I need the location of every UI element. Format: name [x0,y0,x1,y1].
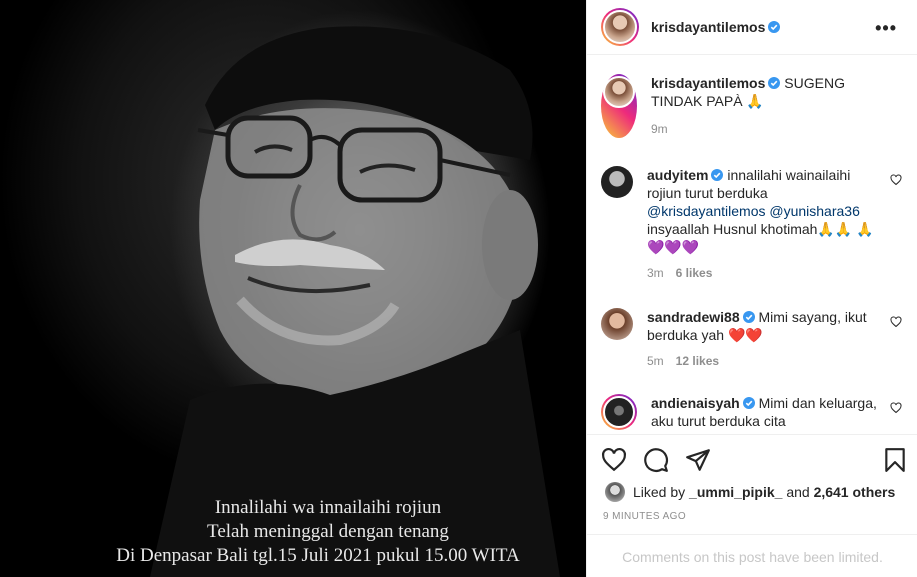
comment-time[interactable]: 5m [647,354,664,368]
liked-by-label: Liked by [633,484,686,500]
liked-by-user[interactable]: _ummi_pipik_ [689,484,782,500]
caption-time[interactable]: 9m [651,122,668,136]
avatar[interactable] [603,76,635,108]
liked-by-and: and [786,484,810,500]
comment-text: insyaallah Husnul khotimah🙏🙏 🙏💜💜💜 [647,221,874,255]
save-bookmark-icon[interactable] [882,447,908,473]
photo-caption: Innalilahi wa innailaihi rojiun Telah me… [0,496,586,568]
post-side-panel: krisdayantilemos ••• krisdayantilemos SU… [586,0,917,577]
comment-item: andienaisyah Mimi dan keluarga, aku turu… [601,394,906,430]
avatar[interactable] [603,10,637,44]
story-ring[interactable] [601,394,637,430]
comment-time[interactable]: 3m [647,266,664,280]
like-comment-heart-icon[interactable] [890,402,902,414]
liked-by-others-link[interactable]: 2,641 others [814,484,896,500]
comment-bubble-icon[interactable] [643,447,669,473]
verified-badge-icon [768,77,781,89]
comment-username[interactable]: audyitem [647,167,708,183]
comments-list[interactable]: krisdayantilemos SUGENG TINDAK PAPÀ 🙏 9m… [587,56,917,434]
mention-link[interactable]: @krisdayantilemos [647,203,765,219]
like-comment-heart-icon[interactable] [890,316,902,328]
comment-likes[interactable]: 6 likes [676,266,713,280]
comment-item: sandradewi88 Mimi sayang, ikut berduka y… [601,308,906,370]
post-actions: Liked by _ummi_pipik_ and 2,641 others 9… [587,434,917,534]
story-ring[interactable] [601,8,639,46]
caption-line: Di Denpasar Bali tgl.15 Juli 2021 pukul … [116,545,520,566]
avatar[interactable] [603,396,635,428]
verified-badge-icon [768,21,781,33]
mention-link[interactable]: @yunishara36 [769,203,860,219]
more-options-icon[interactable]: ••• [875,18,897,39]
caption-line: Innalilahi wa innailaihi rojiun [214,497,442,518]
post-caption: krisdayantilemos SUGENG TINDAK PAPÀ 🙏 9m [601,74,906,138]
comment-item: audyitem innalilahi wainailaihi rojiun t… [601,166,906,282]
story-ring[interactable] [601,74,637,138]
verified-badge-icon [742,311,755,323]
liked-by-summary: Liked by _ummi_pipik_ and 2,641 others [605,482,895,502]
avatar[interactable] [605,482,625,502]
comment-likes[interactable]: 12 likes [676,354,719,368]
caption-username[interactable]: krisdayantilemos [651,75,765,91]
comment-username[interactable]: sandradewi88 [647,309,740,325]
like-heart-icon[interactable] [601,447,627,473]
share-paper-plane-icon[interactable] [685,447,711,473]
post-photo[interactable]: Innalilahi wa innailaihi rojiun Telah me… [0,0,586,577]
post-author-username[interactable]: krisdayantilemos [651,19,765,35]
comment-username[interactable]: andienaisyah [651,395,740,411]
post-header: krisdayantilemos ••• [587,0,917,55]
verified-badge-icon [742,397,755,409]
avatar[interactable] [601,166,633,198]
portrait-illustration [150,26,560,577]
verified-badge-icon [711,169,724,181]
avatar[interactable] [601,308,633,340]
caption-line: Telah meninggal dengan tenang [207,521,449,542]
post-time-ago[interactable]: 9 MINUTES AGO [603,511,686,522]
like-comment-heart-icon[interactable] [890,174,902,186]
comments-limited-notice: Comments on this post have been limited. [587,534,917,577]
